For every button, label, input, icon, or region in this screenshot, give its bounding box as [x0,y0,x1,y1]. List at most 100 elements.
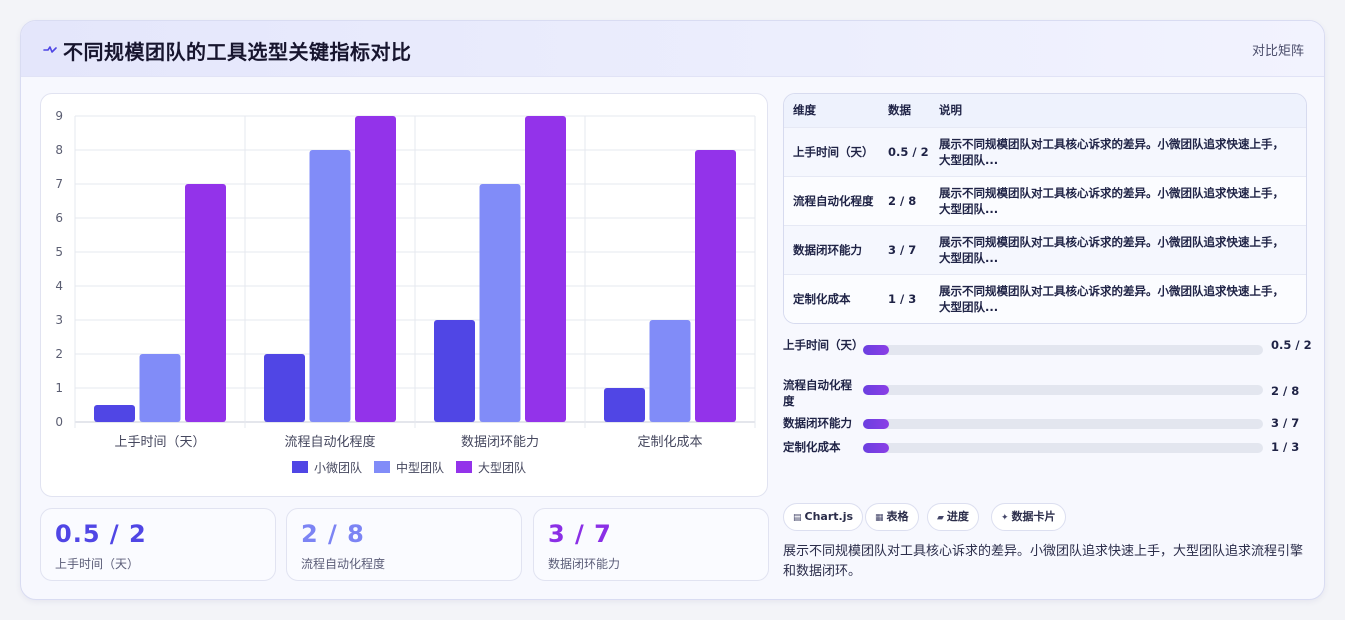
legend-label: 中型团队 [396,460,444,475]
stat-card-onboarding: 0.5 / 2 上手时间（天） [40,508,276,581]
chip-label: 数据卡片 [1011,510,1056,523]
legend-label: 大型团队 [478,460,526,475]
y-tick-label: 8 [55,143,63,157]
chip-label: 进度 [946,510,969,523]
progress-label: 数据闭环能力 [783,416,852,430]
cell-note: 展示不同规模团队对工具核心诉求的差异。小微团队追求快速上手，大型团队... [939,283,1284,314]
bar [185,184,226,422]
cell-data: 1 / 3 [888,291,917,306]
y-tick-label: 2 [55,347,63,361]
y-tick-label: 5 [55,245,63,259]
comparison-card: 不同规模团队的工具选型关键指标对比 对比矩阵 0 1 2 3 4 5 6 7 8 9 上手时间（天）… [20,20,1325,600]
bar [139,354,181,422]
progress-track [863,419,1263,429]
cell-data: 3 / 7 [888,242,917,257]
progress-track [863,345,1263,355]
chip-progress[interactable]: ▰ 进度 [927,503,979,531]
y-tick-label: 3 [55,313,63,327]
progress-row: 上手时间（天） 0.5 / 2 [783,337,1313,361]
stat-value: 3 / 7 [548,520,612,548]
progress-fill [863,345,889,355]
chip-label: 表格 [886,510,909,523]
progress-fill [863,443,889,453]
stat-label: 流程自动化程度 [301,557,386,571]
y-tick-label: 4 [55,279,63,293]
progress-track [863,443,1263,453]
cell-note: 展示不同规模团队对工具核心诉求的差异。小微团队追求快速上手，大型团队... [939,136,1284,167]
bar [434,320,475,422]
x-tick-label: 上手时间（天） [114,435,205,450]
cell-dimension: 流程自动化程度 [793,193,874,208]
progress-track [863,385,1263,395]
bar-chart: 0 1 2 3 4 5 6 7 8 9 上手时间（天） 流程自动化程度 数据闭环能力 定制化成本小微团队 中… [40,93,768,497]
cell-note: 展示不同规模团队对工具核心诉求的差异。小微团队追求快速上手，大型团队... [939,185,1284,216]
table-row: 定制化成本 1 / 3 展示不同规模团队对工具核心诉求的差异。小微团队追求快速上… [784,274,1306,323]
bar [604,388,645,422]
bar [309,150,351,422]
bar [479,184,521,422]
cell-dimension: 数据闭环能力 [793,242,862,257]
summary-description: 展示不同规模团队对工具核心诉求的差异。小微团队追求快速上手，大型团队追求流程引擎… [783,544,1304,579]
progress-label: 定制化成本 [783,440,841,454]
x-tick-label: 数据闭环能力 [461,435,539,450]
sparkle-icon: ✦ [1001,513,1009,523]
y-tick-label: 9 [55,109,63,123]
y-tick-label: 7 [55,177,63,191]
x-tick-label: 定制化成本 [637,435,702,450]
column-header-dimension: 维度 [793,103,816,118]
column-header-note: 说明 [939,103,962,118]
column-header-data: 数据 [888,103,911,118]
card-header: 不同规模团队的工具选型关键指标对比 对比矩阵 [21,21,1324,77]
grid-icon: ▦ [875,513,884,523]
progress-label: 上手时间（天） [783,338,864,352]
table-row: 数据闭环能力 3 / 7 展示不同规模团队对工具核心诉求的差异。小微团队追求快速… [784,225,1306,274]
progress-value: 2 / 8 [1271,384,1300,398]
cell-dimension: 定制化成本 [793,291,851,306]
y-tick-label: 0 [55,415,63,429]
progress-value: 0.5 / 2 [1271,338,1312,352]
header-tag: 对比矩阵 [1251,44,1304,59]
legend-swatch [456,461,472,473]
progress-value: 3 / 7 [1271,416,1300,430]
stat-card-automation: 2 / 8 流程自动化程度 [286,508,522,581]
progress-row: 数据闭环能力 3 / 7 [783,415,1313,439]
table-header-row: 维度 数据 说明 [784,94,1306,127]
progress-row: 定制化成本 1 / 3 [783,439,1313,463]
progress-row: 流程自动化程度 2 / 8 [783,377,1313,408]
table-icon: ▤ [793,513,802,523]
legend-label: 小微团队 [314,460,362,475]
progress-label: 流程自动化程度 [783,378,852,408]
bar [695,150,736,422]
page-title: 不同规模团队的工具选型关键指标对比 [63,40,412,64]
stat-label: 数据闭环能力 [548,557,621,571]
table-row: 流程自动化程度 2 / 8 展示不同规模团队对工具核心诉求的差异。小微团队追求快… [784,176,1306,225]
bar [355,116,396,422]
progress-value: 1 / 3 [1271,440,1300,454]
cell-data: 0.5 / 2 [888,144,929,159]
chip-label: Chart.js [804,510,854,523]
stat-card-data-loop: 3 / 7 数据闭环能力 [533,508,769,581]
bar [525,116,566,422]
stat-label: 上手时间（天） [55,557,140,571]
progress-icon: ▰ [937,513,944,523]
chip-table[interactable]: ▦ 表格 [865,503,919,531]
stat-value: 2 / 8 [301,520,365,548]
bar [264,354,305,422]
stat-value: 0.5 / 2 [55,520,147,548]
y-tick-label: 6 [55,211,63,225]
metrics-table: 维度 数据 说明 上手时间（天） 0.5 / 2 展示不同规模团队对工具核心诉求… [783,93,1307,324]
progress-fill [863,385,889,395]
x-tick-label: 流程自动化程度 [284,434,375,450]
progress-fill [863,419,889,429]
cell-note: 展示不同规模团队对工具核心诉求的差异。小微团队追求快速上手，大型团队... [939,234,1284,265]
cell-data: 2 / 8 [888,193,917,208]
bar-chart-svg: 0 1 2 3 4 5 6 7 8 9 上手时间（天） 流程自动化程度 数据闭环能力 定制化成本小微团队 中… [55,109,756,475]
bar [649,320,691,422]
y-tick-label: 1 [55,381,63,395]
pulse-icon [43,46,57,53]
chip-data-card[interactable]: ✦ 数据卡片 [991,503,1066,531]
table-row: 上手时间（天） 0.5 / 2 展示不同规模团队对工具核心诉求的差异。小微团队追… [784,127,1306,176]
bar [94,405,135,422]
chip-chartjs[interactable]: ▤ Chart.js [783,503,864,531]
legend-swatch [374,461,390,473]
